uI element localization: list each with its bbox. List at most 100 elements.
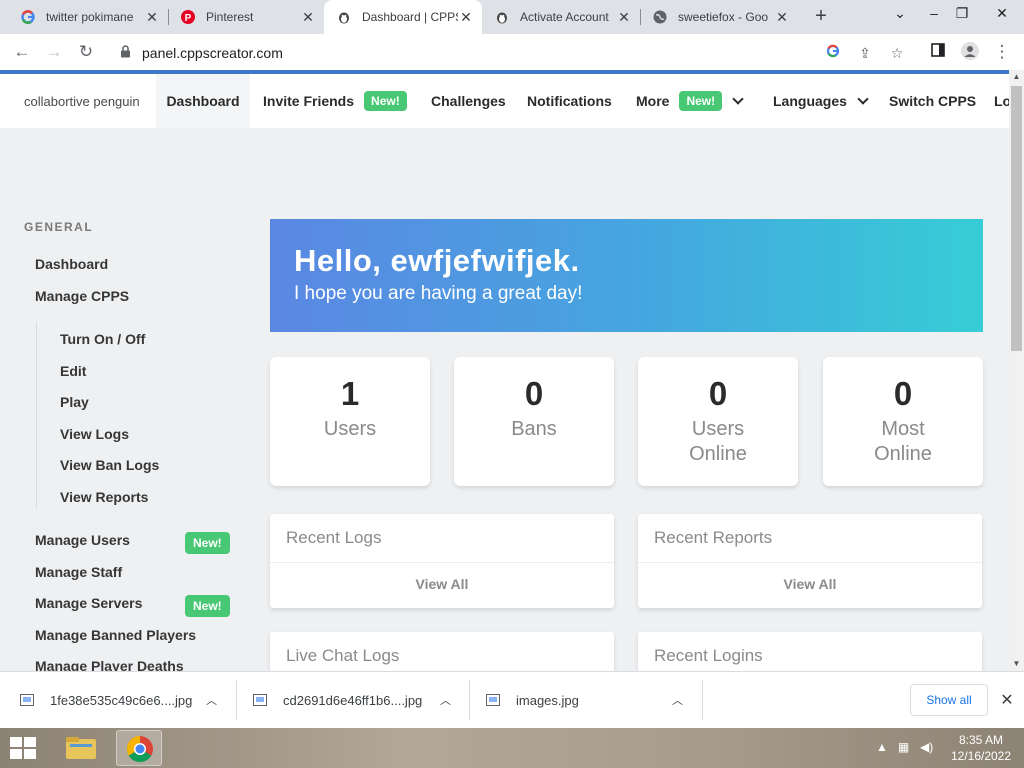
show-all-downloads-button[interactable]: Show all xyxy=(910,684,988,716)
nav-notifications[interactable]: Notifications xyxy=(527,74,612,128)
network-icon[interactable]: ▦ xyxy=(898,740,909,754)
scroll-down-arrow-icon[interactable]: ▼ xyxy=(1009,657,1024,671)
volume-icon[interactable]: ◀) xyxy=(920,740,933,754)
page-scrollbar[interactable]: ▲ ▼ xyxy=(1009,70,1024,671)
download-shelf: 1fe38e535c49c6e6....jpg ︿ cd2691d6e46ff1… xyxy=(0,671,1024,728)
browser-tab[interactable]: Activate Account ✕ xyxy=(482,0,640,34)
address-bar[interactable]: panel.cppscreator.com ⇪ ☆ xyxy=(108,38,920,66)
taskbar-clock[interactable]: 8:35 AM 12/16/2022 xyxy=(945,732,1017,764)
close-tab-icon[interactable]: ✕ xyxy=(774,9,790,25)
download-item[interactable]: 1fe38e535c49c6e6....jpg ︿ xyxy=(20,672,230,728)
tab-title: Activate Account xyxy=(520,10,609,24)
site-brand[interactable]: collabortive penguin xyxy=(0,74,156,128)
browser-tab[interactable]: sweetiefox - Goo ✕ xyxy=(640,0,798,34)
sidebar-item-view-ban-logs[interactable]: View Ban Logs xyxy=(60,457,159,473)
recent-logs-panel: Recent Logs View All xyxy=(270,514,614,608)
file-explorer-icon[interactable] xyxy=(58,730,104,766)
stat-label: Users xyxy=(323,418,377,440)
tab-search-icon[interactable]: ⌄ xyxy=(886,5,914,22)
browser-tab[interactable]: twitter pokimane ✕ xyxy=(8,0,168,34)
panel-title: Recent Logins xyxy=(654,646,763,665)
stat-value: 0 xyxy=(893,375,913,412)
nav-challenges[interactable]: Challenges xyxy=(431,74,506,128)
side-panel-icon[interactable] xyxy=(928,42,948,62)
sidebar-item-manage-banned-players[interactable]: Manage Banned Players xyxy=(35,627,196,643)
sidebar-item-manage-staff[interactable]: Manage Staff xyxy=(35,564,122,580)
scroll-up-arrow-icon[interactable]: ▲ xyxy=(1009,70,1024,84)
close-tab-icon[interactable]: ✕ xyxy=(458,9,474,25)
tab-title: twitter pokimane xyxy=(46,10,134,24)
view-all-reports-link[interactable]: View All xyxy=(638,576,982,592)
nav-label: Challenges xyxy=(431,93,506,109)
sidebar-item-manage-users[interactable]: Manage Users xyxy=(35,532,130,548)
stat-card-most-online: 0 Most Online xyxy=(823,357,983,486)
restore-icon[interactable]: ❐ xyxy=(948,5,976,22)
close-tab-icon[interactable]: ✕ xyxy=(300,9,316,25)
download-divider xyxy=(236,680,237,720)
browser-tab[interactable]: P Pinterest ✕ xyxy=(168,0,324,34)
live-chat-logs-panel: Live Chat Logs xyxy=(270,632,614,671)
submenu-divider xyxy=(36,322,37,508)
lock-icon[interactable] xyxy=(120,45,131,63)
chevron-up-icon[interactable]: ︿ xyxy=(672,692,683,708)
profile-avatar-icon[interactable] xyxy=(960,42,980,62)
chevron-up-icon[interactable]: ︿ xyxy=(440,692,451,708)
svg-text:P: P xyxy=(185,13,192,24)
scrollbar-thumb[interactable] xyxy=(1011,86,1022,351)
panel-title: Recent Logs xyxy=(286,528,382,547)
site-navbar: collabortive penguin Dashboard Invite Fr… xyxy=(0,74,1009,128)
nav-label: Languages xyxy=(773,93,847,109)
chrome-taskbar-icon[interactable] xyxy=(116,730,162,766)
browser-tab-active[interactable]: Dashboard | CPPS ✕ xyxy=(324,0,482,34)
download-filename: 1fe38e535c49c6e6....jpg xyxy=(50,692,193,708)
view-all-logs-link[interactable]: View All xyxy=(270,576,614,592)
download-item[interactable]: images.jpg ︿ xyxy=(486,672,696,728)
close-shelf-icon[interactable]: ✕ xyxy=(998,690,1016,710)
nav-more-dropdown[interactable]: More New! xyxy=(636,74,744,128)
browser-menu-icon[interactable]: ⋮ xyxy=(992,42,1012,62)
bookmark-star-icon[interactable]: ☆ xyxy=(888,44,906,62)
nav-languages-dropdown[interactable]: Languages xyxy=(773,74,869,128)
tray-expand-icon[interactable]: ▲ xyxy=(876,740,888,754)
share-icon[interactable]: ⇪ xyxy=(856,44,874,62)
stat-label: Bans xyxy=(511,418,557,440)
nav-label: More xyxy=(636,93,670,109)
chevron-up-icon[interactable]: ︿ xyxy=(206,692,217,708)
nav-dashboard[interactable]: Dashboard xyxy=(156,74,250,128)
tab-title: sweetiefox - Goo xyxy=(678,10,769,24)
url-text: panel.cppscreator.com xyxy=(142,45,283,61)
windows-start-icon[interactable] xyxy=(10,737,38,761)
sidebar-item-play[interactable]: Play xyxy=(60,394,89,410)
recent-logins-panel: Recent Logins xyxy=(638,632,982,671)
sidebar-item-view-logs[interactable]: View Logs xyxy=(60,426,129,442)
browser-tab-strip: twitter pokimane ✕ P Pinterest ✕ Dashboa… xyxy=(0,0,1024,34)
welcome-greeting: Hello, ewfjefwifjek. xyxy=(294,243,580,278)
pinterest-icon: P xyxy=(180,9,196,25)
nav-logout[interactable]: Lo xyxy=(994,74,1009,128)
close-tab-icon[interactable]: ✕ xyxy=(616,9,632,25)
panel-title: Live Chat Logs xyxy=(286,646,400,665)
forward-icon[interactable]: → xyxy=(44,42,64,62)
panel-title: Recent Reports xyxy=(654,528,773,547)
nav-invite-friends[interactable]: Invite Friends New! xyxy=(263,74,407,128)
close-window-icon[interactable]: ✕ xyxy=(988,5,1016,22)
back-icon[interactable]: ← xyxy=(12,42,32,62)
sidebar-heading: GENERAL xyxy=(24,220,94,234)
reload-icon[interactable]: ↻ xyxy=(76,42,96,62)
close-tab-icon[interactable]: ✕ xyxy=(144,9,160,25)
sidebar-item-manage-cpps[interactable]: Manage CPPS xyxy=(35,288,129,304)
google-lens-icon[interactable] xyxy=(824,44,842,62)
sidebar-item-dashboard[interactable]: Dashboard xyxy=(35,256,108,272)
nav-switch-cpps[interactable]: Switch CPPS xyxy=(889,74,976,128)
new-tab-icon[interactable]: + xyxy=(810,6,832,28)
stat-label: Most Online xyxy=(874,418,932,465)
image-file-icon xyxy=(486,694,500,706)
nav-label: Switch CPPS xyxy=(889,93,977,109)
sidebar-item-view-reports[interactable]: View Reports xyxy=(60,489,148,505)
sidebar-item-edit[interactable]: Edit xyxy=(60,363,86,379)
download-item[interactable]: cd2691d6e46ff1b6....jpg ︿ xyxy=(253,672,463,728)
sidebar-item-manage-servers[interactable]: Manage Servers xyxy=(35,595,142,611)
google-icon xyxy=(20,9,36,25)
minimize-icon[interactable]: – xyxy=(920,5,948,21)
sidebar-item-turn-on-off[interactable]: Turn On / Off xyxy=(60,331,145,347)
